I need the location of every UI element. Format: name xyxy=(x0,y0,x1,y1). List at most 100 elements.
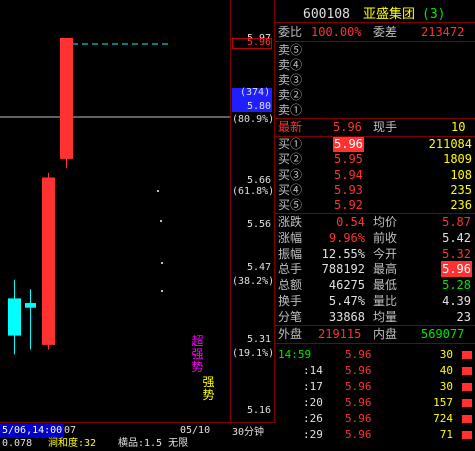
indicator-dot xyxy=(160,220,162,222)
period-selector[interactable]: 30分钟 xyxy=(232,426,264,440)
tick-buy-marker xyxy=(462,351,472,359)
sell-label: 卖⑤ xyxy=(278,43,303,57)
kline-svg xyxy=(0,38,230,355)
stat-value: 9.96% xyxy=(328,230,365,245)
tick-price: 5.96 xyxy=(345,380,372,393)
stat-label: 振幅 xyxy=(278,246,303,261)
axis-label-374: (374) xyxy=(240,87,271,98)
stat-value-2: 23 xyxy=(456,309,471,324)
candle-body xyxy=(60,38,73,159)
stats-row: 分笔 33868 均量 23 xyxy=(275,309,475,325)
waipan-neipan-row: 外盘 219115 内盘 569077 xyxy=(275,326,475,343)
candle-body xyxy=(42,177,55,345)
stat-label-2: 均量 xyxy=(373,309,398,324)
tick-volume: 157 xyxy=(433,396,453,409)
buy-price: 5.96 xyxy=(333,137,364,152)
buy-label: 买③ xyxy=(278,167,303,182)
chart-status-bar: 5/06,14:00 07 05/10 30分钟 0.078 涧和度:32 横品… xyxy=(0,422,275,449)
sell-row[interactable]: 卖⑤ xyxy=(275,43,475,58)
sell-label: 卖④ xyxy=(278,58,303,72)
stats-row: 涨跌 0.54 均价 5.87 xyxy=(275,214,475,230)
neipan-label: 内盘 xyxy=(373,327,398,341)
stat-label: 涨幅 xyxy=(278,230,303,245)
kline-chart[interactable]: 5.97 5.96 (374) 5.80 (80.9%) 5.66 (61.8%… xyxy=(0,0,274,445)
annotation-strong: 强势 xyxy=(202,375,215,402)
stat-label-2: 今开 xyxy=(373,246,398,261)
xianshou-value: 10 xyxy=(451,120,466,134)
tick-buy-marker xyxy=(462,367,472,375)
stat-label-2: 前收 xyxy=(373,230,398,245)
sell-row[interactable]: 卖② xyxy=(275,88,475,103)
stat-value-2: 5.28 xyxy=(442,278,471,293)
quote-panel: 600108 亚盛集团 (3) 委比 100.00% 委差 213472 卖⑤ 卖… xyxy=(275,0,475,445)
buy-row[interactable]: 买② 5.95 1809 xyxy=(275,152,475,167)
latest-row: 最新 5.96 现手 10 xyxy=(275,119,475,136)
weicha-value: 213472 xyxy=(421,25,465,39)
tick-row: 14:59 5.96 30 xyxy=(275,347,475,362)
axis-label-566: 5.66 xyxy=(247,175,272,186)
indicator-value-3: 横品:1.5 无限 xyxy=(118,438,189,449)
buy-row[interactable]: 买③ 5.94 108 xyxy=(275,168,475,183)
sell-row[interactable]: 卖① xyxy=(275,103,475,118)
buy-price: 5.94 xyxy=(334,167,363,182)
stat-label: 涨跌 xyxy=(278,215,303,229)
stat-value-2: 5.32 xyxy=(442,246,471,261)
stats-row: 涨幅 9.96% 前收 5.42 xyxy=(275,230,475,246)
tick-row: :20 5.96 157 xyxy=(275,395,475,410)
candle xyxy=(8,279,21,355)
tick-price: 5.96 xyxy=(345,412,372,425)
axis-label-fib-618: (61.8%) xyxy=(232,186,275,197)
axis-label-current-price: 5.96 xyxy=(247,37,272,48)
annotation-super-strong: 超强势 xyxy=(191,334,204,374)
indicator-dot xyxy=(161,262,163,264)
axis-label-547: 5.47 xyxy=(247,262,272,273)
tick-row: :17 5.96 30 xyxy=(275,379,475,394)
tick-volume: 71 xyxy=(439,428,453,441)
axis-label-fib-382: (38.2%) xyxy=(232,276,275,287)
axis-label-516: 5.16 xyxy=(247,405,272,416)
tick-price: 5.96 xyxy=(345,364,372,377)
axis-label-556: 5.56 xyxy=(247,219,272,230)
stat-value-2: 5.87 xyxy=(442,215,471,229)
axis-label-fib-191: (19.1%) xyxy=(232,348,275,359)
tick-volume: 40 xyxy=(439,364,453,377)
sell-label: 卖③ xyxy=(278,73,303,87)
axis-label-531: 5.31 xyxy=(247,334,272,345)
stat-label: 分笔 xyxy=(278,309,303,324)
candle xyxy=(60,38,73,169)
waipan-value: 219115 xyxy=(318,327,362,341)
tick-time: :17 xyxy=(303,380,323,393)
indicator-value-2: 涧和度:32 xyxy=(48,438,97,449)
tick-price: 5.96 xyxy=(345,428,372,441)
buy-row[interactable]: 买① 5.96 211084 xyxy=(275,137,475,152)
stat-value-2: 5.42 xyxy=(442,230,471,245)
indicator-dot xyxy=(157,190,159,192)
stat-value: 5.47% xyxy=(328,294,365,308)
tick-row: :29 5.96 71 xyxy=(275,427,475,442)
stats-row: 总额 46275 最低 5.28 xyxy=(275,277,475,293)
buy-price: 5.93 xyxy=(334,182,363,197)
stat-label-2: 均价 xyxy=(373,215,398,229)
stat-value: 12.55% xyxy=(321,246,365,261)
sell-label: 卖① xyxy=(278,103,303,117)
sell-row[interactable]: 卖③ xyxy=(275,73,475,88)
buy-row[interactable]: 买⑤ 5.92 236 xyxy=(275,198,475,213)
weibi-value: 100.00% xyxy=(311,25,362,39)
tick-volume: 30 xyxy=(439,380,453,393)
stat-label-2: 最低 xyxy=(373,278,398,293)
sell-row[interactable]: 卖④ xyxy=(275,58,475,73)
buy-volume: 1809 xyxy=(443,152,472,167)
tick-price: 5.96 xyxy=(345,348,372,361)
tick-time: 14:59 xyxy=(278,348,312,361)
buy-label: 买④ xyxy=(278,182,303,197)
tick-time: :14 xyxy=(303,364,323,377)
buy-label: 买① xyxy=(278,137,303,151)
stat-value: 0.54 xyxy=(336,215,365,229)
buy-volume: 108 xyxy=(450,167,472,182)
candle-body xyxy=(25,303,36,308)
tick-buy-marker xyxy=(462,383,472,391)
buy-row[interactable]: 买④ 5.93 235 xyxy=(275,183,475,198)
stat-label: 换手 xyxy=(278,294,303,308)
stats-row: 总手 788192 最高 5.96 xyxy=(275,261,475,278)
buy-volume: 235 xyxy=(450,182,472,197)
